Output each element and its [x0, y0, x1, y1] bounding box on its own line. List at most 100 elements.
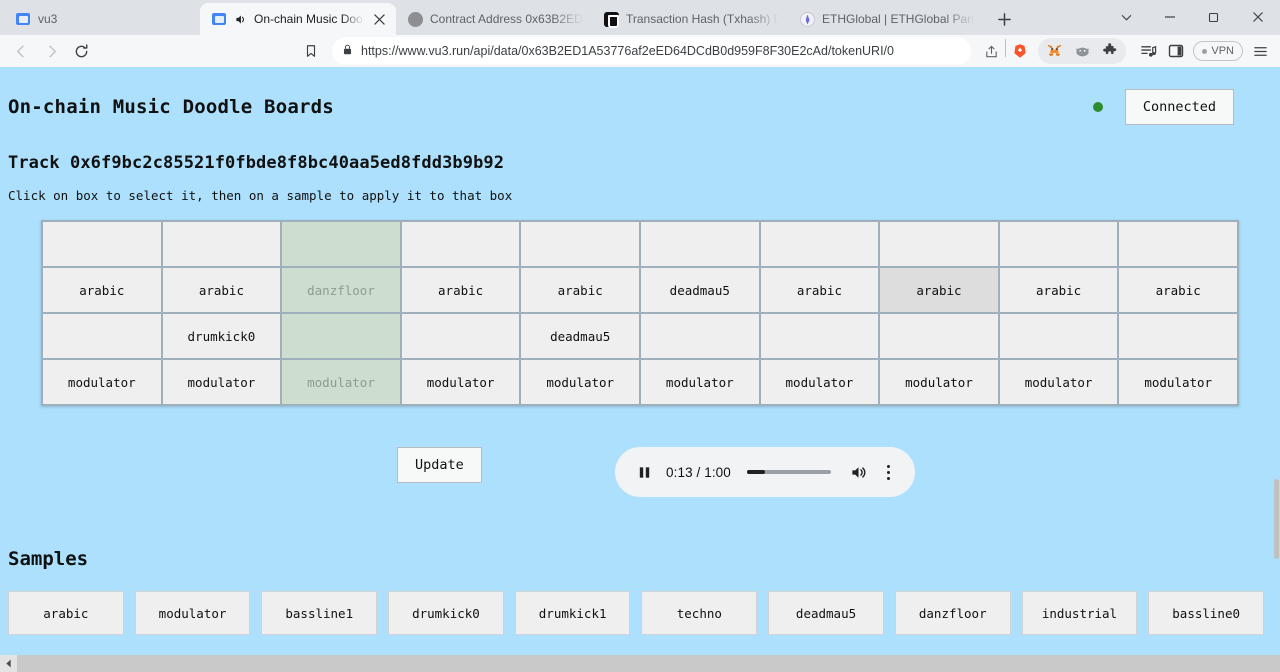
board-cell[interactable]	[999, 222, 1118, 266]
playback-controls-row: Update 0:13 / 1:00	[8, 447, 1272, 501]
board-cell[interactable]: modulator	[999, 360, 1118, 404]
board-cell[interactable]: modulator	[760, 360, 879, 404]
sample-button[interactable]: techno	[641, 591, 758, 635]
horizontal-scrollbar-track[interactable]	[17, 655, 1280, 672]
back-arrow-icon[interactable]	[6, 37, 36, 65]
tab-strip: vu3 On-chain Music Doodle Contract Addre…	[0, 0, 1280, 35]
board-cell[interactable]	[880, 314, 998, 358]
new-tab-button[interactable]	[990, 5, 1018, 33]
vpn-button[interactable]: VPN	[1193, 41, 1243, 61]
forward-arrow-icon[interactable]	[36, 37, 66, 65]
player-seek-slider[interactable]	[746, 470, 831, 474]
board-cell[interactable]	[760, 222, 879, 266]
lock-icon	[342, 44, 353, 58]
scroll-left-arrow-icon[interactable]	[0, 655, 17, 672]
vertical-scrollbar[interactable]	[1273, 67, 1280, 672]
hamburger-menu-icon[interactable]	[1246, 38, 1274, 64]
sample-button[interactable]: industrial	[1021, 591, 1138, 635]
board-cell[interactable]	[999, 314, 1118, 358]
board-cell[interactable]: deadmau5	[640, 268, 759, 312]
tab-title: vu3	[38, 12, 58, 26]
brave-lion-icon[interactable]	[1006, 38, 1034, 64]
share-icon[interactable]	[977, 38, 1005, 64]
board-cell[interactable]: arabic	[401, 268, 520, 312]
vertical-scrollbar-thumb[interactable]	[1274, 479, 1279, 559]
board-cell[interactable]: modulator	[1119, 360, 1237, 404]
board-cell[interactable]	[282, 222, 400, 266]
board-cell[interactable]	[401, 314, 520, 358]
dark-square-icon	[603, 11, 619, 28]
browser-tab-ethglobal[interactable]: ETHGlobal | ETHGlobal Paris De	[788, 3, 984, 35]
metamask-fox-icon[interactable]	[1040, 38, 1068, 64]
page-title: On-chain Music Doodle Boards	[8, 96, 334, 118]
rabby-wallet-icon[interactable]	[1068, 38, 1096, 64]
connection-area: Connected	[1092, 89, 1272, 125]
tab-title: On-chain Music Doodle	[254, 12, 364, 26]
board-cell[interactable]	[521, 222, 639, 266]
board-cell[interactable]: danzfloor	[282, 268, 400, 312]
sample-button[interactable]: bassline0	[1148, 591, 1264, 635]
bookmark-icon[interactable]	[296, 37, 326, 65]
tab-audio-icon[interactable]	[234, 13, 247, 26]
board-cell[interactable]	[760, 314, 879, 358]
board-cell[interactable]	[401, 222, 520, 266]
board-cell[interactable]: arabic	[760, 268, 879, 312]
sample-button[interactable]: arabic	[8, 591, 124, 635]
board-cell[interactable]: modulator	[880, 360, 998, 404]
horizontal-scrollbar-thumb[interactable]	[17, 655, 1280, 672]
close-icon[interactable]	[371, 11, 387, 27]
board-cell[interactable]: deadmau5	[521, 314, 639, 358]
address-bar[interactable]: https://www.vu3.run/api/data/0x63B2ED1A5…	[332, 37, 972, 65]
connected-button[interactable]: Connected	[1124, 89, 1234, 125]
horizontal-scrollbar[interactable]	[0, 655, 1280, 672]
board-cell[interactable]	[1119, 314, 1237, 358]
board-cell[interactable]: modulator	[521, 360, 639, 404]
board-cell[interactable]: modulator	[162, 360, 281, 404]
sidebar-panel-icon[interactable]	[1162, 38, 1190, 64]
reload-icon[interactable]	[66, 37, 96, 65]
board-cell[interactable]	[1119, 222, 1237, 266]
board-cell[interactable]: drumkick0	[162, 314, 281, 358]
track-title: Track 0x6f9bc2c85521f0fbde8f8bc40aa5ed8f…	[8, 153, 505, 173]
board-cell[interactable]: arabic	[521, 268, 639, 312]
vpn-label: VPN	[1211, 45, 1234, 57]
board-cell[interactable]	[162, 222, 281, 266]
sample-button[interactable]: bassline1	[261, 591, 378, 635]
board-cell[interactable]	[282, 314, 400, 358]
minimize-icon[interactable]	[1148, 2, 1192, 32]
pause-icon[interactable]	[633, 461, 655, 483]
board-cell[interactable]: arabic	[43, 268, 161, 312]
board-cell[interactable]: arabic	[162, 268, 281, 312]
board-cell[interactable]	[880, 222, 998, 266]
update-button[interactable]: Update	[397, 447, 482, 483]
board-cell[interactable]: arabic	[1119, 268, 1237, 312]
board-cell[interactable]	[640, 314, 759, 358]
browser-tab-onchain-music-doodle[interactable]: On-chain Music Doodle	[200, 3, 396, 35]
kebab-menu-icon[interactable]	[879, 461, 897, 483]
board-cell[interactable]: modulator	[43, 360, 161, 404]
sample-button[interactable]: deadmau5	[768, 591, 884, 635]
board-cell[interactable]	[43, 314, 161, 358]
browser-tab-vu3[interactable]: vu3	[4, 3, 200, 35]
chevron-down-icon[interactable]	[1104, 2, 1148, 32]
browser-tab-contract-address[interactable]: Contract Address 0x63B2ED1A	[396, 3, 592, 35]
playlist-icon[interactable]	[1134, 38, 1162, 64]
maximize-icon[interactable]	[1192, 2, 1236, 32]
board-cell[interactable]: arabic	[999, 268, 1118, 312]
board-cell[interactable]: arabic	[880, 268, 998, 312]
sample-button[interactable]: drumkick0	[388, 591, 504, 635]
browser-tab-transaction-hash[interactable]: Transaction Hash (Txhash) Deta	[592, 3, 788, 35]
board-cell[interactable]: modulator	[640, 360, 759, 404]
board-cell[interactable]: modulator	[401, 360, 520, 404]
board-cell[interactable]	[43, 222, 161, 266]
puzzle-piece-icon[interactable]	[1096, 38, 1124, 64]
sample-button[interactable]: drumkick1	[514, 591, 631, 635]
board-cell[interactable]	[640, 222, 759, 266]
sample-button[interactable]: modulator	[134, 591, 251, 635]
sample-button[interactable]: danzfloor	[894, 591, 1011, 635]
board-cell[interactable]: modulator	[282, 360, 400, 404]
volume-on-icon[interactable]	[847, 461, 869, 483]
audio-player[interactable]: 0:13 / 1:00	[615, 447, 915, 497]
close-icon[interactable]	[1236, 2, 1280, 32]
blue-square-icon	[211, 11, 227, 27]
